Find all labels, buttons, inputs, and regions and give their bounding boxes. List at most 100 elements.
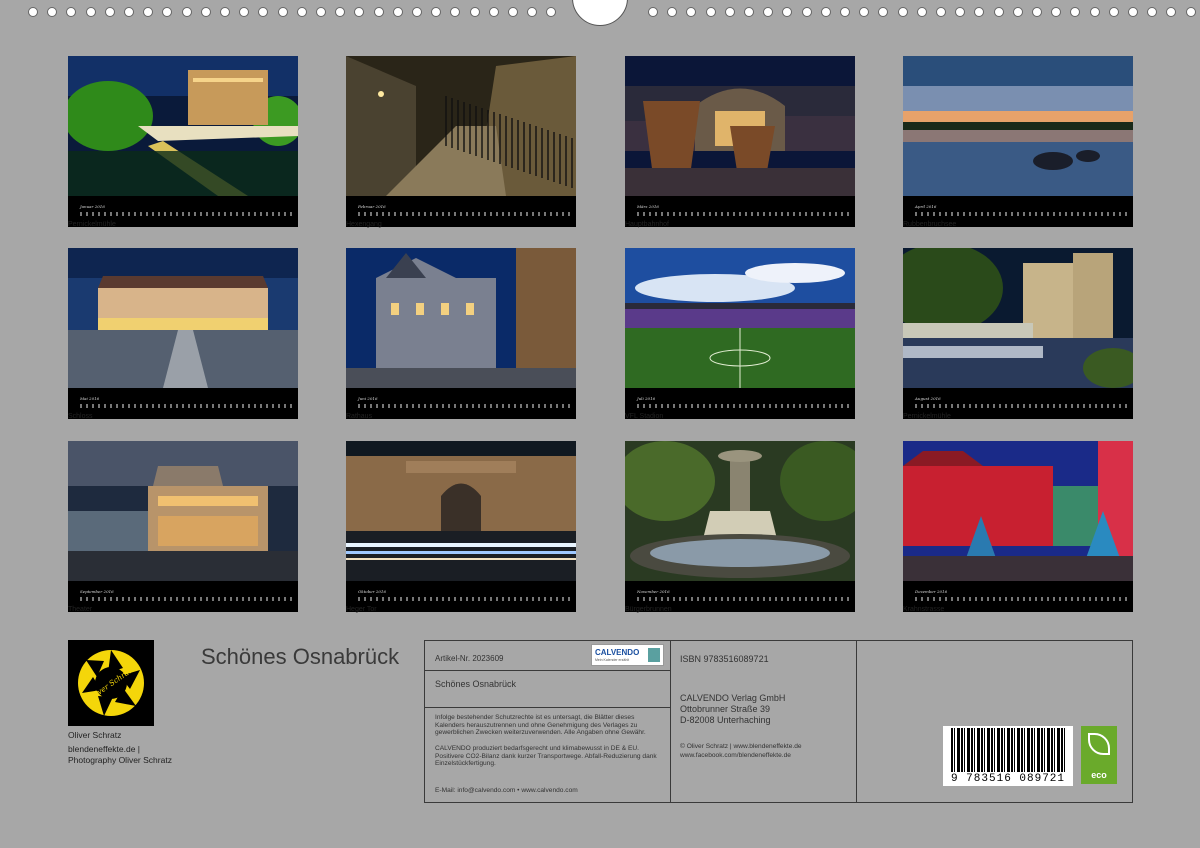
binding-hole	[1128, 7, 1138, 17]
binding-hole	[974, 7, 984, 17]
article-number: Artikel-Nr. 2023609	[435, 654, 504, 663]
photo-caption: Krahnstrasse	[903, 606, 945, 613]
binding-hole	[546, 7, 556, 17]
binding-hole	[412, 7, 422, 17]
binding-hole	[802, 7, 812, 17]
photo-caption: Rubbenbruchsee	[903, 221, 957, 228]
binding-hole	[431, 7, 441, 17]
aperture-logo-icon: Oliver Schratz	[78, 650, 144, 716]
binding-hole	[278, 7, 288, 17]
binding-hole	[450, 7, 460, 17]
binding-hole	[763, 7, 773, 17]
photo-caption: VFL Stadion	[625, 413, 664, 420]
binding-hole	[124, 7, 134, 17]
calendar-month-tile: September 2016	[68, 441, 298, 612]
publisher-name: CALVENDO Verlag GmbH	[680, 693, 786, 703]
eco-badge-label: eco	[1091, 770, 1107, 780]
photo-caption: Pernickelmühle	[903, 413, 951, 420]
month-label: Juni 2016	[358, 396, 378, 401]
month-label: Januar 2016	[80, 204, 105, 209]
day-numbers	[80, 404, 292, 408]
month-label: April 2016	[915, 204, 937, 209]
month-photo	[903, 56, 1133, 196]
day-numbers	[80, 597, 292, 601]
calendar-strip: Juni 2016	[346, 388, 576, 419]
imprint-column-publisher: ISBN 9783516089721 CALVENDO Verlag GmbH …	[671, 641, 857, 802]
binding-hole	[239, 7, 249, 17]
eco-notice: CALVENDO produziert bedarfsgerecht und k…	[435, 745, 657, 768]
month-photo	[346, 248, 576, 388]
month-photo	[68, 56, 298, 196]
month-label: Oktober 2016	[358, 589, 387, 594]
binding-hole	[1186, 7, 1196, 17]
publisher-street: Ottobrunner Straße 39	[680, 704, 771, 714]
binding-hole	[220, 7, 230, 17]
day-numbers	[637, 212, 849, 216]
binding-hole	[859, 7, 869, 17]
calendar-month-tile: März 2016	[625, 56, 855, 227]
binding-hole	[706, 7, 716, 17]
day-numbers	[915, 597, 1127, 601]
day-numbers	[358, 404, 570, 408]
day-numbers	[358, 212, 570, 216]
product-title: Schönes Osnabrück	[435, 679, 517, 689]
month-photo	[625, 441, 855, 581]
binding-hole	[648, 7, 658, 17]
imprint-column-product: Artikel-Nr. 2023609 CALVENDO Mein Kalend…	[425, 641, 671, 802]
copyright-line: © Oliver Schratz | www.blendeneffekte.de	[680, 743, 802, 750]
calendar-strip: Mai 2016	[68, 388, 298, 419]
isbn: ISBN 9783516089721	[680, 654, 769, 664]
calendar-month-tile: November 2016	[625, 441, 855, 612]
binding-hole	[354, 7, 364, 17]
month-photo	[68, 248, 298, 388]
binding-hole	[917, 7, 927, 17]
binding-hole	[1070, 7, 1080, 17]
binding-hole	[28, 7, 38, 17]
author-logo: Oliver Schratz	[68, 640, 154, 726]
binding-hole	[878, 7, 888, 17]
binding-hole	[143, 7, 153, 17]
binding-hole	[1166, 7, 1176, 17]
binding-hole	[667, 7, 677, 17]
binding-hole	[489, 7, 499, 17]
contact-line: E-Mail: info@calvendo.com • www.calvendo…	[435, 787, 578, 794]
binding-hole	[527, 7, 537, 17]
binding-hole	[898, 7, 908, 17]
author-website: blendeneffekte.de |	[68, 744, 141, 754]
binding-hole	[508, 7, 518, 17]
month-photo	[903, 441, 1133, 581]
binding-hole	[1051, 7, 1061, 17]
binding-hole	[994, 7, 1004, 17]
calvendo-logo-text: CALVENDO	[595, 648, 640, 657]
day-numbers	[358, 597, 570, 601]
author-tagline: Photography Oliver Schratz	[68, 755, 172, 765]
rights-notice: Infolge bestehender Schutzrechte ist es …	[435, 714, 646, 737]
photo-caption: Heger Tor	[346, 606, 377, 613]
photo-caption: Rathaus	[346, 413, 373, 420]
facebook-line: www.facebook.com/blendeneffekte.de	[680, 752, 791, 759]
binding-hole	[105, 7, 115, 17]
binding-hole	[782, 7, 792, 17]
binding-hole	[821, 7, 831, 17]
author-name: Oliver Schratz	[68, 730, 122, 740]
month-label: Mai 2016	[80, 396, 100, 401]
divider	[425, 707, 671, 708]
calendar-month-tile: Oktober 2016	[346, 441, 576, 612]
month-photo	[903, 248, 1133, 388]
binding-hole	[470, 7, 480, 17]
binding-hole	[47, 7, 57, 17]
calendar-month-tile: Februar 2016	[346, 56, 576, 227]
calendar-strip: Oktober 2016	[346, 581, 576, 612]
month-label: Dezember 2016	[915, 589, 948, 594]
binding-hole	[1013, 7, 1023, 17]
calendar-month-tile: August 2016	[903, 248, 1133, 419]
binding-hole	[201, 7, 211, 17]
day-numbers	[915, 404, 1127, 408]
binding-hole	[316, 7, 326, 17]
month-photo	[625, 248, 855, 388]
binding-hole	[258, 7, 268, 17]
binding-hole	[297, 7, 307, 17]
calendar-strip: September 2016	[68, 581, 298, 612]
binding-hole	[744, 7, 754, 17]
calendar-month-tile: April 2016	[903, 56, 1133, 227]
